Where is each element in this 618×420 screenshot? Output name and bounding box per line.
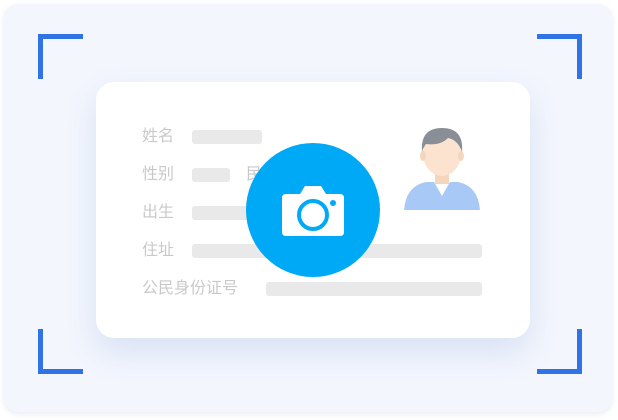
address-label: 住址: [142, 240, 175, 259]
person-avatar-icon: [396, 118, 488, 210]
name-placeholder-bar: [192, 130, 262, 144]
scan-corner-top-left: [38, 34, 83, 79]
gender-placeholder-bar: [192, 168, 230, 182]
id-number-label: 公民身份证号: [142, 278, 239, 297]
scan-corner-bottom-right: [537, 329, 582, 374]
camera-capture-button[interactable]: [246, 143, 380, 277]
id-card-scan-panel: 姓名 性别 民 出生 住址 公民身份证号: [4, 4, 612, 412]
camera-icon: [282, 186, 344, 236]
birth-label: 出生: [142, 202, 175, 221]
name-label: 姓名: [142, 126, 175, 145]
scan-corner-top-right: [537, 34, 582, 79]
gender-label: 性别: [142, 164, 175, 183]
birth-placeholder-bar: [192, 206, 252, 220]
id-number-placeholder-bar: [266, 282, 482, 296]
scan-corner-bottom-left: [38, 329, 83, 374]
